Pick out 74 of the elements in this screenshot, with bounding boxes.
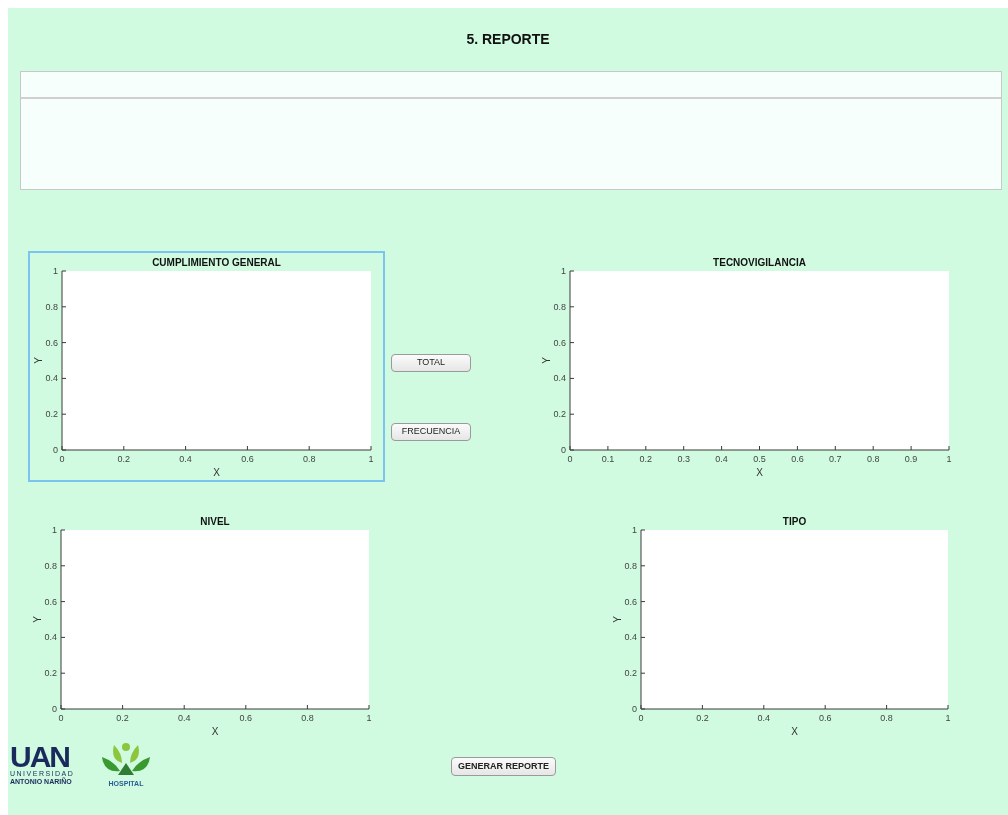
chart-button[interactable]: TOTAL	[391, 354, 471, 372]
y-tick-label: 0.6	[553, 337, 566, 348]
x-axis-label: X	[211, 726, 219, 737]
y-tick-label: 1	[561, 266, 566, 276]
x-tick-label: 0.9	[904, 454, 918, 464]
chart-title: TIPO	[782, 516, 807, 527]
y-tick-label: 1	[52, 525, 57, 535]
chart-button[interactable]: FRECUENCIA	[391, 423, 471, 441]
x-tick-label: 0.2	[696, 713, 709, 723]
y-axis-label: Y	[33, 357, 44, 364]
page-title: 5. REPORTE	[466, 30, 550, 49]
x-tick-label: 0.4	[179, 454, 192, 464]
y-tick-label: 0.2	[44, 668, 57, 679]
generate-report-button[interactable]: GENERAR REPORTE	[451, 757, 556, 776]
y-axis-label: Y	[612, 616, 623, 623]
chart-title: CUMPLIMIENTO GENERAL	[152, 257, 281, 268]
x-tick-label: 0.2	[117, 454, 131, 464]
x-tick-label: 0.1	[601, 454, 615, 464]
x-tick-label: 0.6	[791, 454, 804, 464]
x-tick-label: 1	[946, 454, 952, 464]
uan-logo-mark: UAN	[10, 743, 69, 770]
x-tick-label: 0.3	[677, 454, 690, 464]
x-tick-label: 1	[945, 713, 951, 723]
y-tick-label: 0.4	[624, 632, 637, 643]
x-tick-label: 0.8	[302, 454, 316, 464]
y-tick-label: 0	[561, 445, 566, 455]
chart-title: TECNOVIGILANCIA	[713, 257, 806, 268]
chart-panel[interactable]: CUMPLIMIENTO GENERAL 0 0.2 0.4 0.6 0.8 1 0 0.2 0.4 0.6 0.8 1 X Y	[28, 251, 385, 482]
y-tick-label: 0.8	[624, 560, 637, 571]
y-tick-label: 0.8	[553, 301, 566, 312]
x-tick-label: 0.7	[829, 454, 842, 464]
y-tick-label: 0.6	[45, 337, 58, 348]
x-tick-label: 0.4	[757, 713, 771, 723]
y-tick-label: 0.4	[44, 632, 57, 643]
y-tick-label: 0	[53, 445, 58, 455]
x-tick-label: 0.6	[241, 454, 254, 464]
y-tick-label: 0	[52, 704, 57, 714]
x-tick-label: 0.2	[639, 454, 653, 464]
x-tick-label: 0	[638, 713, 644, 723]
y-tick-label: 0.6	[624, 596, 637, 607]
y-tick-label: 1	[53, 266, 58, 276]
y-tick-label: 1	[632, 525, 637, 535]
x-tick-label: 1	[368, 454, 374, 464]
x-tick-label: 1	[366, 713, 372, 723]
y-tick-label: 0.8	[44, 560, 57, 571]
y-tick-label: 0.4	[45, 373, 58, 384]
y-tick-label: 0.2	[45, 409, 58, 420]
x-axis-label: X	[791, 726, 798, 737]
y-axis-label: Y	[32, 616, 43, 623]
y-tick-label: 0	[632, 704, 637, 714]
y-tick-label: 0.8	[45, 301, 58, 312]
x-tick-label: 0.6	[818, 713, 832, 723]
y-axis-label: Y	[541, 357, 552, 364]
x-tick-label: 0.8	[301, 713, 314, 723]
x-tick-label: 0.4	[177, 713, 191, 723]
x-tick-label: 0.6	[239, 713, 253, 723]
y-tick-label: 0.6	[44, 596, 57, 607]
y-tick-label: 0.2	[624, 668, 637, 679]
x-tick-label: 0.8	[866, 454, 880, 464]
chart-panel[interactable]: NIVEL 0 0.2 0.4 0.6 0.8 1 0 0.2 0.4 0.6 0.8 1 X Y	[27, 510, 383, 741]
y-tick-label: 0.4	[553, 373, 566, 384]
x-tick-label: 0	[567, 454, 573, 464]
x-tick-label: 0.2	[116, 713, 129, 723]
x-tick-label: 0.4	[715, 454, 728, 464]
y-tick-label: 0.2	[553, 409, 566, 420]
x-tick-label: 0.8	[880, 713, 893, 723]
x-tick-label: 0	[58, 713, 64, 723]
x-tick-label: 0	[59, 454, 65, 464]
chart-panel[interactable]: TIPO 0 0.2 0.4 0.6 0.8 1 0 0.2 0.4 0.6 0.8 1 X Y	[607, 510, 962, 741]
chart-panel[interactable]: TECNOVIGILANCIA 0 0.1 0.2 0.3 0.4 0.5 0.6 0.7 0.8 0.9 1 0 0.2 0.4 0.6 0.8 1 X Y	[536, 251, 963, 482]
x-tick-label: 0.5	[753, 454, 766, 464]
x-axis-label: X	[213, 467, 220, 478]
x-axis-label: X	[756, 467, 763, 478]
chart-title: NIVEL	[200, 516, 230, 527]
